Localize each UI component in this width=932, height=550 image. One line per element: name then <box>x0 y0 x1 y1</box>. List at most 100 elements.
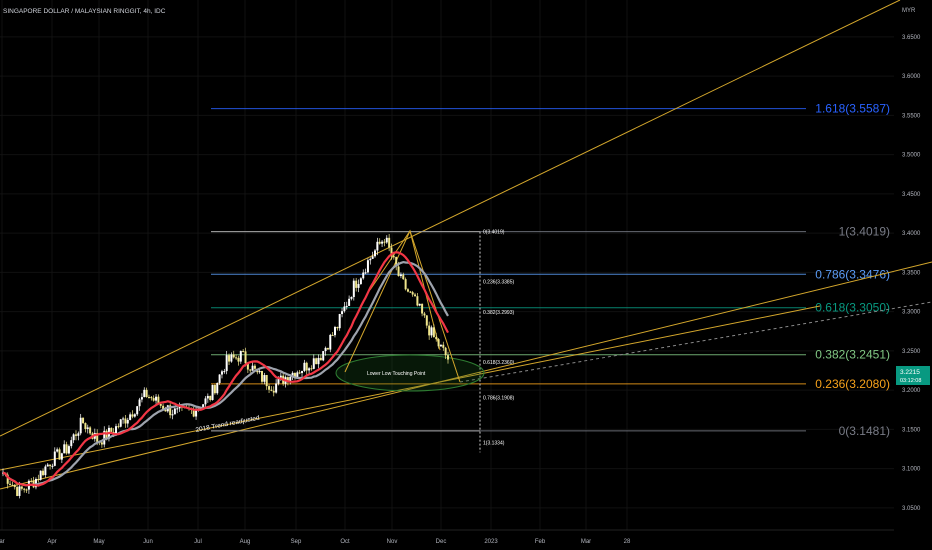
candle-body <box>86 427 89 429</box>
time-tick: Mar <box>581 539 591 545</box>
candle-body <box>423 313 426 316</box>
candle-body <box>133 414 136 417</box>
candle-body <box>357 284 360 288</box>
fib-retracement-lines[interactable]: 0(3.4019)0.236(3.3385)0.382(3.2993)0.618… <box>479 230 514 453</box>
candle-body <box>305 362 308 371</box>
candle-body <box>279 375 282 378</box>
candle-body <box>25 489 28 491</box>
price-tick: 3.0500 <box>902 506 921 512</box>
candle-body <box>44 466 47 476</box>
candle-body <box>216 382 219 394</box>
candle-body <box>249 369 252 371</box>
candle-body <box>270 389 273 391</box>
time-tick: Apr <box>47 539 56 545</box>
candle-body <box>70 440 73 447</box>
candle-body <box>265 375 268 387</box>
candle-body <box>298 372 301 374</box>
candle-body <box>195 410 198 417</box>
candle-body <box>171 414 174 416</box>
candle-body <box>129 414 132 420</box>
fib-level-label: 1.618(3.5587) <box>815 102 890 116</box>
time-tick: Aug <box>240 539 251 545</box>
candle-body <box>376 241 379 251</box>
candle-body <box>301 370 304 374</box>
current-price-tag[interactable]: 3.2215 03:12:08 <box>896 366 930 385</box>
candle-body <box>275 383 278 393</box>
candle-body <box>206 395 209 399</box>
candle-body <box>220 371 223 375</box>
candle-body <box>131 414 134 417</box>
candle-body <box>411 292 414 295</box>
candle-body <box>159 403 162 406</box>
candle-body <box>308 368 311 371</box>
candle-body <box>319 357 322 361</box>
candle-body <box>155 396 158 401</box>
price-tick: 3.2000 <box>902 388 921 394</box>
candle-body <box>322 351 325 361</box>
price-tick: 3.4000 <box>902 231 921 237</box>
candle-body <box>46 464 49 467</box>
fib-extension-lines[interactable]: 1.618(3.5587) 1(3.4019) 0.786(3.3476) 0.618… <box>211 102 890 438</box>
candle-body <box>230 354 233 362</box>
fib-level-label: 0.382(3.2451) <box>815 348 890 362</box>
candle-body <box>406 289 409 292</box>
candle-body <box>369 258 372 261</box>
price-axis[interactable]: MYR 3.6500 3.6000 3.5500 3.5000 3.4500 3.4000… <box>894 0 932 530</box>
candle-body <box>324 347 327 352</box>
candle-body <box>268 386 271 390</box>
candle-body <box>366 260 369 273</box>
candle-body <box>414 294 417 297</box>
fib-small-label: 0.236(3.3385) <box>483 279 514 285</box>
candle-body <box>237 357 240 362</box>
candle-body <box>67 446 70 454</box>
candle-body <box>140 397 143 400</box>
candle-body <box>432 327 435 338</box>
candle-body <box>439 344 442 347</box>
fib-small-label: 0.786(3.1908) <box>483 395 514 401</box>
candle-body <box>147 396 150 398</box>
candle-body <box>418 303 421 306</box>
chart-canvas[interactable]: MYR 3.6500 3.6000 3.5500 3.5000 3.4500 3.4000… <box>0 0 932 550</box>
trendlines[interactable] <box>0 0 932 490</box>
candle-body <box>77 433 80 436</box>
time-tick: Sep <box>291 539 302 545</box>
candle-body <box>251 365 254 371</box>
candle-body <box>326 347 329 350</box>
fib-level-label: 0.236(3.2080) <box>815 377 890 391</box>
candle-body <box>362 272 365 279</box>
candle-body <box>435 337 438 340</box>
candle-body <box>63 444 66 454</box>
candle-body <box>176 408 179 410</box>
candle-body <box>235 357 238 359</box>
candle-body <box>84 423 87 429</box>
lower-low-ellipse[interactable]: Lower Low Touching Point <box>335 354 485 392</box>
candle-body <box>447 355 449 360</box>
candle-body <box>378 241 381 244</box>
candle-body <box>100 442 103 445</box>
candle-body <box>173 408 176 415</box>
candle-body <box>260 370 263 382</box>
chart-title: SINGAPORE DOLLAR / MALAYSIAN RINGGIT, 4h… <box>3 8 166 15</box>
time-axis[interactable]: ar Apr May Jun Jul Aug Sep Oct Nov Dec 2023 Feb Mar 2… <box>0 529 894 545</box>
candle-body <box>242 350 245 352</box>
candle-body <box>223 371 226 373</box>
candle-body <box>37 478 40 480</box>
candle-body <box>239 350 242 362</box>
candle-body <box>56 449 59 452</box>
candle-body <box>204 398 207 405</box>
candle-body <box>110 427 113 432</box>
candle-body <box>49 464 52 467</box>
current-price: 3.2215 <box>900 369 920 376</box>
candle-body <box>39 470 42 480</box>
fib-level-label: 0.618(3.3050) <box>815 301 890 315</box>
candle-body <box>374 250 377 257</box>
candle-body <box>218 374 221 383</box>
candle-body <box>428 325 431 336</box>
candle-body <box>397 266 400 277</box>
time-tick: 2023 <box>484 539 498 545</box>
candle-body <box>352 280 355 297</box>
candle-body <box>244 351 247 364</box>
candle-body <box>79 417 82 434</box>
fib-small-label: 1(3.1334) <box>483 440 505 446</box>
candle-body <box>58 449 61 460</box>
